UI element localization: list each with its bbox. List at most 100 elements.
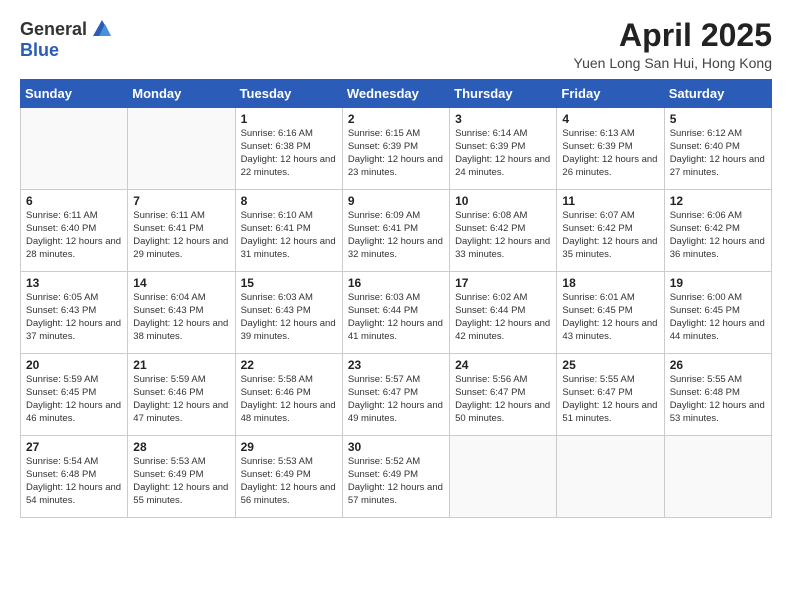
calendar-cell: 27Sunrise: 5:54 AM Sunset: 6:48 PM Dayli… xyxy=(21,436,128,518)
logo-blue-text: Blue xyxy=(20,40,59,61)
day-info: Sunrise: 6:02 AM Sunset: 6:44 PM Dayligh… xyxy=(455,292,551,343)
day-info: Sunrise: 6:07 AM Sunset: 6:42 PM Dayligh… xyxy=(562,210,658,261)
day-number: 7 xyxy=(133,194,229,208)
day-info: Sunrise: 6:08 AM Sunset: 6:42 PM Dayligh… xyxy=(455,210,551,261)
day-number: 5 xyxy=(670,112,766,126)
calendar-cell: 26 Sunrise: 5:55 AM Sunset: 6:48 PM Dayli… xyxy=(664,354,771,436)
day-info: Sunrise: 6:06 AM Sunset: 6:42 PM Dayligh… xyxy=(670,210,766,261)
calendar-cell xyxy=(664,436,771,518)
day-number: 23 xyxy=(348,358,444,372)
day-number: 4 xyxy=(562,112,658,126)
day-number: 30 xyxy=(348,440,444,454)
calendar-cell: 21Sunrise: 5:59 AM Sunset: 6:46 PM Dayli… xyxy=(128,354,235,436)
day-info: Sunrise: 6:13 AM Sunset: 6:39 PM Dayligh… xyxy=(562,128,658,179)
day-info: Sunrise: 6:03 AM Sunset: 6:44 PM Dayligh… xyxy=(348,292,444,343)
weekday-header-monday: Monday xyxy=(128,80,235,108)
weekday-header-sunday: Sunday xyxy=(21,80,128,108)
title-section: April 2025 Yuen Long San Hui, Hong Kong xyxy=(574,18,773,71)
calendar-week-row: 6Sunrise: 6:11 AM Sunset: 6:40 PM Daylig… xyxy=(21,190,772,272)
day-info: Sunrise: 6:05 AM Sunset: 6:43 PM Dayligh… xyxy=(26,292,122,343)
header: General Blue April 2025 Yuen Long San Hu… xyxy=(20,18,772,71)
day-number: 29 xyxy=(241,440,337,454)
day-number: 2 xyxy=(348,112,444,126)
calendar-cell: 17 Sunrise: 6:02 AM Sunset: 6:44 PM Dayli… xyxy=(450,272,557,354)
day-info: Sunrise: 6:01 AM Sunset: 6:45 PM Dayligh… xyxy=(562,292,658,343)
day-number: 8 xyxy=(241,194,337,208)
weekday-header-saturday: Saturday xyxy=(664,80,771,108)
day-number: 24 xyxy=(455,358,551,372)
calendar-cell: 28 Sunrise: 5:53 AM Sunset: 6:49 PM Dayli… xyxy=(128,436,235,518)
day-number: 26 xyxy=(670,358,766,372)
logo-icon xyxy=(91,18,113,40)
calendar-cell xyxy=(450,436,557,518)
day-number: 28 xyxy=(133,440,229,454)
day-info: Sunrise: 5:59 AM Sunset: 6:45 PM Dayligh… xyxy=(26,374,122,425)
day-number: 13 xyxy=(26,276,122,290)
calendar-cell: 16 Sunrise: 6:03 AM Sunset: 6:44 PM Dayli… xyxy=(342,272,449,354)
day-number: 15 xyxy=(241,276,337,290)
day-info: Sunrise: 5:54 AM Sunset: 6:48 PM Dayligh… xyxy=(26,456,122,507)
weekday-header-row: SundayMondayTuesdayWednesdayThursdayFrid… xyxy=(21,80,772,108)
calendar-cell: 24 Sunrise: 5:56 AM Sunset: 6:47 PM Dayli… xyxy=(450,354,557,436)
month-title: April 2025 xyxy=(574,18,773,53)
day-info: Sunrise: 5:57 AM Sunset: 6:47 PM Dayligh… xyxy=(348,374,444,425)
calendar-cell: 2 Sunrise: 6:15 AM Sunset: 6:39 PM Daylig… xyxy=(342,108,449,190)
calendar-cell: 11 Sunrise: 6:07 AM Sunset: 6:42 PM Dayli… xyxy=(557,190,664,272)
day-info: Sunrise: 5:53 AM Sunset: 6:49 PM Dayligh… xyxy=(133,456,229,507)
calendar-cell: 9Sunrise: 6:09 AM Sunset: 6:41 PM Daylig… xyxy=(342,190,449,272)
day-number: 12 xyxy=(670,194,766,208)
day-info: Sunrise: 5:56 AM Sunset: 6:47 PM Dayligh… xyxy=(455,374,551,425)
calendar-week-row: 20 Sunrise: 5:59 AM Sunset: 6:45 PM Dayli… xyxy=(21,354,772,436)
day-info: Sunrise: 5:55 AM Sunset: 6:47 PM Dayligh… xyxy=(562,374,658,425)
day-info: Sunrise: 6:10 AM Sunset: 6:41 PM Dayligh… xyxy=(241,210,337,261)
calendar-cell xyxy=(21,108,128,190)
day-info: Sunrise: 6:03 AM Sunset: 6:43 PM Dayligh… xyxy=(241,292,337,343)
page: General Blue April 2025 Yuen Long San Hu… xyxy=(0,0,792,612)
calendar-cell: 19 Sunrise: 6:00 AM Sunset: 6:45 PM Dayli… xyxy=(664,272,771,354)
day-number: 21 xyxy=(133,358,229,372)
day-number: 19 xyxy=(670,276,766,290)
day-number: 1 xyxy=(241,112,337,126)
weekday-header-wednesday: Wednesday xyxy=(342,80,449,108)
day-info: Sunrise: 6:15 AM Sunset: 6:39 PM Dayligh… xyxy=(348,128,444,179)
day-info: Sunrise: 5:55 AM Sunset: 6:48 PM Dayligh… xyxy=(670,374,766,425)
calendar-cell: 8 Sunrise: 6:10 AM Sunset: 6:41 PM Daylig… xyxy=(235,190,342,272)
calendar-week-row: 27Sunrise: 5:54 AM Sunset: 6:48 PM Dayli… xyxy=(21,436,772,518)
day-info: Sunrise: 5:58 AM Sunset: 6:46 PM Dayligh… xyxy=(241,374,337,425)
day-number: 25 xyxy=(562,358,658,372)
calendar-cell: 13 Sunrise: 6:05 AM Sunset: 6:43 PM Dayli… xyxy=(21,272,128,354)
calendar-cell: 5Sunrise: 6:12 AM Sunset: 6:40 PM Daylig… xyxy=(664,108,771,190)
weekday-header-friday: Friday xyxy=(557,80,664,108)
day-info: Sunrise: 6:00 AM Sunset: 6:45 PM Dayligh… xyxy=(670,292,766,343)
calendar-cell: 29Sunrise: 5:53 AM Sunset: 6:49 PM Dayli… xyxy=(235,436,342,518)
calendar-cell xyxy=(128,108,235,190)
calendar-table: SundayMondayTuesdayWednesdayThursdayFrid… xyxy=(20,79,772,518)
calendar-week-row: 13 Sunrise: 6:05 AM Sunset: 6:43 PM Dayli… xyxy=(21,272,772,354)
day-info: Sunrise: 6:11 AM Sunset: 6:41 PM Dayligh… xyxy=(133,210,229,261)
day-number: 11 xyxy=(562,194,658,208)
calendar-cell: 25 Sunrise: 5:55 AM Sunset: 6:47 PM Dayli… xyxy=(557,354,664,436)
day-info: Sunrise: 6:04 AM Sunset: 6:43 PM Dayligh… xyxy=(133,292,229,343)
calendar-cell: 6Sunrise: 6:11 AM Sunset: 6:40 PM Daylig… xyxy=(21,190,128,272)
day-number: 17 xyxy=(455,276,551,290)
day-number: 14 xyxy=(133,276,229,290)
calendar-cell: 18Sunrise: 6:01 AM Sunset: 6:45 PM Dayli… xyxy=(557,272,664,354)
day-info: Sunrise: 6:14 AM Sunset: 6:39 PM Dayligh… xyxy=(455,128,551,179)
calendar-cell: 20 Sunrise: 5:59 AM Sunset: 6:45 PM Dayli… xyxy=(21,354,128,436)
day-number: 16 xyxy=(348,276,444,290)
calendar-cell: 14 Sunrise: 6:04 AM Sunset: 6:43 PM Dayli… xyxy=(128,272,235,354)
day-number: 10 xyxy=(455,194,551,208)
calendar-cell: 15 Sunrise: 6:03 AM Sunset: 6:43 PM Dayli… xyxy=(235,272,342,354)
location: Yuen Long San Hui, Hong Kong xyxy=(574,55,773,71)
day-info: Sunrise: 6:09 AM Sunset: 6:41 PM Dayligh… xyxy=(348,210,444,261)
calendar-cell: 22Sunrise: 5:58 AM Sunset: 6:46 PM Dayli… xyxy=(235,354,342,436)
weekday-header-tuesday: Tuesday xyxy=(235,80,342,108)
day-number: 3 xyxy=(455,112,551,126)
weekday-header-thursday: Thursday xyxy=(450,80,557,108)
day-info: Sunrise: 6:16 AM Sunset: 6:38 PM Dayligh… xyxy=(241,128,337,179)
day-number: 20 xyxy=(26,358,122,372)
day-number: 6 xyxy=(26,194,122,208)
calendar-cell xyxy=(557,436,664,518)
calendar-cell: 4 Sunrise: 6:13 AM Sunset: 6:39 PM Daylig… xyxy=(557,108,664,190)
logo: General Blue xyxy=(20,18,113,61)
